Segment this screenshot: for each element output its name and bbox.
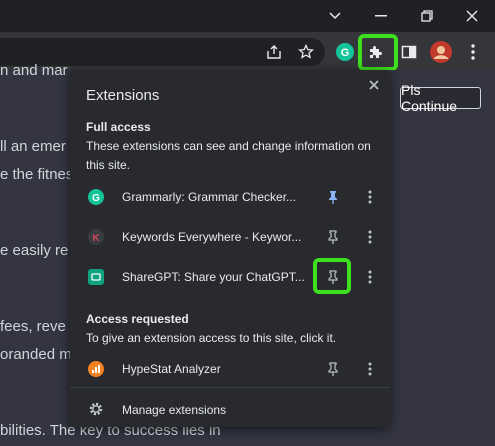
more-vert-icon — [368, 362, 372, 376]
sidebar-icon — [401, 45, 417, 59]
popup-close-button[interactable] — [364, 75, 384, 95]
share-icon — [267, 45, 281, 59]
pin-filled-icon — [329, 191, 337, 204]
share-button[interactable] — [260, 38, 288, 66]
tab-search-button[interactable] — [312, 0, 358, 32]
manage-extensions-label: Manage extensions — [122, 403, 227, 417]
extension-row-hypestat[interactable]: HypeStat Analyzer — [70, 354, 390, 384]
keywords-everywhere-icon: K — [88, 229, 104, 245]
hypestat-icon — [88, 361, 104, 377]
svg-text:G: G — [341, 47, 350, 59]
grammarly-icon: G — [336, 43, 354, 61]
extension-row-grammarly[interactable]: G Grammarly: Grammar Checker... — [70, 182, 390, 212]
extensions-button-highlight — [358, 34, 398, 71]
more-options-button[interactable] — [360, 359, 380, 379]
avatar — [430, 41, 452, 63]
gear-icon — [88, 401, 106, 419]
svg-text:G: G — [92, 193, 100, 204]
restore-icon — [421, 10, 433, 22]
extension-name: Keywords Everywhere - Keywor... — [122, 230, 302, 244]
extension-name: HypeStat Analyzer — [122, 362, 221, 376]
minimize-button[interactable] — [358, 0, 404, 32]
svg-text:K: K — [92, 233, 100, 244]
extension-name: Grammarly: Grammar Checker... — [122, 190, 297, 204]
pin-outline-icon — [328, 362, 338, 376]
page-text-line: e the fitnes — [0, 166, 74, 183]
popup-title: Extensions — [86, 87, 160, 104]
close-button[interactable] — [449, 0, 495, 32]
page-text-line: e easily re — [0, 242, 69, 259]
more-vert-icon — [368, 270, 372, 284]
extension-row-keywords-everywhere[interactable]: K Keywords Everywhere - Keywor... — [70, 222, 390, 252]
more-options-button[interactable] — [360, 187, 380, 207]
pin-button[interactable] — [323, 359, 343, 379]
star-icon — [298, 44, 314, 59]
profile-avatar-button[interactable] — [427, 38, 455, 66]
pin-button-highlight — [313, 258, 351, 294]
extensions-popup: Extensions Full access These extensions … — [70, 70, 390, 427]
more-options-button[interactable] — [360, 267, 380, 287]
more-vert-icon — [368, 230, 372, 244]
page-text-line: oranded m — [0, 346, 72, 363]
close-icon — [466, 10, 478, 22]
grammarly-icon: G — [88, 189, 104, 205]
full-access-description: These extensions can see and change info… — [86, 139, 371, 172]
extension-name: ShareGPT: Share your ChatGPT... — [122, 270, 305, 284]
restore-button[interactable] — [404, 0, 450, 32]
chevron-down-icon — [329, 12, 341, 20]
pin-button[interactable] — [323, 187, 343, 207]
close-icon — [369, 80, 379, 90]
grammarly-extension-button[interactable]: G — [331, 38, 359, 66]
page-text-line: n and mar — [0, 62, 68, 79]
popup-divider — [70, 387, 390, 388]
window-titlebar — [0, 0, 495, 32]
access-requested-heading: Access requested — [86, 312, 189, 326]
full-access-heading: Full access — [86, 120, 151, 134]
page-text-line: fees, reve — [0, 318, 66, 335]
bookmark-star-button[interactable] — [292, 38, 320, 66]
access-requested-description: To give an extension access to this site… — [86, 331, 337, 345]
pin-button[interactable] — [323, 227, 343, 247]
manage-extensions-row[interactable]: Manage extensions — [70, 395, 390, 425]
more-options-button[interactable] — [360, 227, 380, 247]
menu-kebab-icon — [471, 44, 475, 60]
side-panel-button[interactable] — [395, 38, 423, 66]
chrome-menu-button[interactable] — [459, 38, 487, 66]
pls-continue-button[interactable]: Pls Continue — [400, 82, 481, 114]
sharegpt-icon — [88, 269, 104, 285]
more-vert-icon — [368, 190, 372, 204]
pin-outline-icon — [328, 230, 338, 244]
minimize-icon — [375, 15, 387, 17]
page-text-line: ll an emer — [0, 138, 66, 155]
